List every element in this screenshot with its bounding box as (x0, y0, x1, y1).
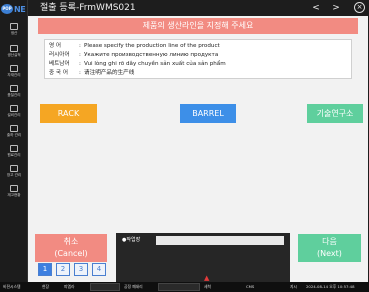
sidebar-item-label: 생산 (10, 31, 18, 35)
forward-button[interactable]: > (330, 2, 342, 14)
multilingual-instructions: 영 어 : Please specify the production line… (44, 39, 352, 79)
language-label: 중 국 어 (49, 70, 68, 76)
sidebar-item-label: 생산실적 (7, 53, 21, 57)
instruction-text: Vui lòng ghi rõ dây chuyền sản xuất của … (84, 61, 226, 67)
instruction-row-chinese: 중 국 어 : 请注明产品的生产线 (49, 70, 135, 76)
status-datetime: 2024-08-14 오후 10:57:48 (306, 284, 355, 289)
workplace-input[interactable] (156, 236, 284, 245)
cancel-label-ko: 취소 (63, 237, 79, 246)
barrel-line-button[interactable]: BARREL (180, 104, 236, 123)
instruction-row-english: 영 어 : Please specify the production line… (49, 43, 220, 49)
pager: 1 2 3 4 (38, 263, 106, 276)
status-bar: 비젼시스템 현장 피엠라 공정 폐쇄리 세척 CMS 지시 2024-08-14… (0, 282, 369, 292)
page-button-3[interactable]: 3 (74, 263, 88, 276)
cancel-label-en: (Cancel) (54, 249, 88, 258)
sidebar-item-inventory[interactable]: 재고현황 (0, 184, 28, 204)
title-bar: 절출 등록-FrmWMS021 < > × (28, 0, 369, 16)
truck-icon (10, 125, 18, 132)
instruction-text: Please specify the production line of th… (84, 43, 220, 49)
instruction-row-vietnamese: 베트남어 : Vui lòng ghi rõ dây chuyền sản xu… (49, 61, 226, 67)
language-label: 러시아어 (49, 52, 70, 58)
status-process: 공정 폐쇄리 (124, 284, 143, 289)
sidebar-item-shipping[interactable]: 출하 관리 (0, 124, 28, 144)
sidebar-item-label: 출하 관리 (6, 133, 22, 137)
sidebar-item-label: 자재관리 (7, 73, 21, 77)
back-button[interactable]: < (310, 2, 322, 14)
logo-badge: POP (1, 4, 13, 14)
status-system: 비젼시스템 (3, 284, 21, 289)
sidebar-item-quality[interactable]: 품질관리 (0, 84, 28, 104)
instruction-banner: 제품의 생산라인을 지정해 주세요 (38, 18, 358, 34)
sidebar-item-label: 설비관리 (7, 113, 21, 117)
status-site: 현장 (42, 284, 49, 289)
app-logo: POP NE (1, 2, 27, 16)
sidebar-item-raw-materials[interactable]: 원료관리 (0, 144, 28, 164)
document-icon (10, 23, 18, 30)
page-button-1[interactable]: 1 (38, 263, 52, 276)
sidebar-item-label: 품질관리 (7, 93, 21, 97)
sidebar-item-production[interactable]: 생산 (0, 22, 28, 42)
rack-line-button[interactable]: RACK (40, 104, 97, 123)
sidebar-item-materials[interactable]: 자재관리 (0, 64, 28, 84)
page-button-2[interactable]: 2 (56, 263, 70, 276)
close-icon[interactable]: × (354, 2, 365, 13)
next-label-ko: 다음 (322, 237, 337, 246)
next-button[interactable]: 다음 (Next) (298, 234, 361, 262)
warehouse-icon (10, 165, 18, 172)
sidebar-item-equipment[interactable]: 설비관리 (0, 104, 28, 124)
logo-text: NE (14, 4, 26, 14)
workplace-label: ●작업장 (122, 237, 141, 243)
instruction-text: Укажите производственную линию продукта (84, 52, 219, 58)
status-wash: 세척 (204, 284, 211, 289)
sidebar-item-label: 창고 관리 (6, 173, 22, 177)
page-button-4[interactable]: 4 (92, 263, 106, 276)
sidebar-item-warehouse[interactable]: 창고 관리 (0, 164, 28, 184)
window-title: 절출 등록-FrmWMS021 (40, 3, 136, 13)
check-icon (10, 85, 18, 92)
box-icon (10, 65, 18, 72)
barrel-icon (10, 145, 18, 152)
sidebar-item-label: 재고현황 (7, 193, 21, 197)
sidebar: POP NE 생산 생산실적 자재관리 품질관리 설비관리 출하 관리 원료관리… (0, 0, 28, 282)
lab-line-button[interactable]: 기술연구소 (307, 104, 363, 123)
main-panel: 제품의 생산라인을 지정해 주세요 영 어 : Please specify t… (28, 16, 368, 292)
status-cms: CMS (246, 284, 255, 289)
status-order: 지시 (290, 284, 297, 289)
status-user: 피엠라 (64, 284, 75, 289)
cancel-button[interactable]: 취소 (Cancel) (35, 234, 107, 262)
sidebar-item-label: 원료관리 (7, 153, 21, 157)
sidebar-item-production-result[interactable]: 생산실적 (0, 44, 28, 64)
language-label: 베트남어 (49, 61, 70, 67)
chart-icon (10, 185, 18, 192)
list-icon (10, 45, 18, 52)
next-label-en: (Next) (317, 249, 342, 258)
gear-icon (10, 105, 18, 112)
instruction-row-russian: 러시아어 : Укажите производственную линию пр… (49, 52, 219, 58)
instruction-text: 请注明产品的生产线 (84, 70, 135, 76)
warning-icon: ▲ (204, 274, 210, 282)
language-label: 영 어 (49, 43, 62, 49)
